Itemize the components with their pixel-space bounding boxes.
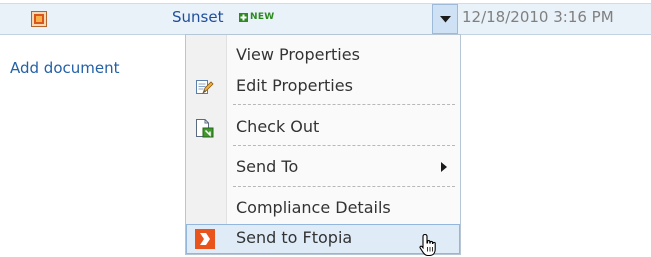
menu-item-compliance-details[interactable]: Compliance Details — [186, 194, 460, 222]
menu-item-view-properties[interactable]: View Properties — [186, 41, 460, 69]
menu-item-check-out[interactable]: Check Out — [186, 113, 460, 141]
menu-separator — [233, 145, 455, 146]
menu-item-label: Edit Properties — [236, 76, 353, 95]
menu-item-edit-properties[interactable]: Edit Properties — [186, 72, 460, 100]
hand-pointer-icon — [419, 233, 436, 257]
new-badge: NEW — [239, 12, 283, 23]
menu-item-label: View Properties — [236, 45, 360, 64]
new-plus-icon — [239, 13, 248, 22]
menu-item-label: Compliance Details — [236, 198, 391, 217]
new-badge-label: NEW — [250, 12, 275, 22]
document-title-link[interactable]: Sunset — [172, 8, 223, 26]
add-document-link[interactable]: Add document — [10, 59, 120, 77]
menu-item-label: Send To — [236, 157, 299, 176]
item-context-menu: View Properties Edit Properties Check Ou… — [185, 34, 461, 255]
submenu-arrow-icon — [441, 162, 447, 172]
document-type-icon[interactable] — [31, 11, 47, 27]
menu-item-label: Check Out — [236, 117, 320, 136]
modified-date: 12/18/2010 3:16 PM — [462, 8, 614, 26]
menu-separator — [233, 104, 455, 105]
menu-item-send-to[interactable]: Send To — [186, 153, 460, 181]
menu-separator — [233, 186, 455, 187]
dropdown-arrow-icon — [440, 16, 451, 23]
ftopia-icon — [194, 228, 215, 249]
menu-item-label: Send to Ftopia — [236, 228, 353, 247]
check-out-icon — [194, 118, 214, 138]
item-menu-button[interactable] — [432, 4, 458, 34]
edit-properties-icon — [194, 77, 214, 97]
